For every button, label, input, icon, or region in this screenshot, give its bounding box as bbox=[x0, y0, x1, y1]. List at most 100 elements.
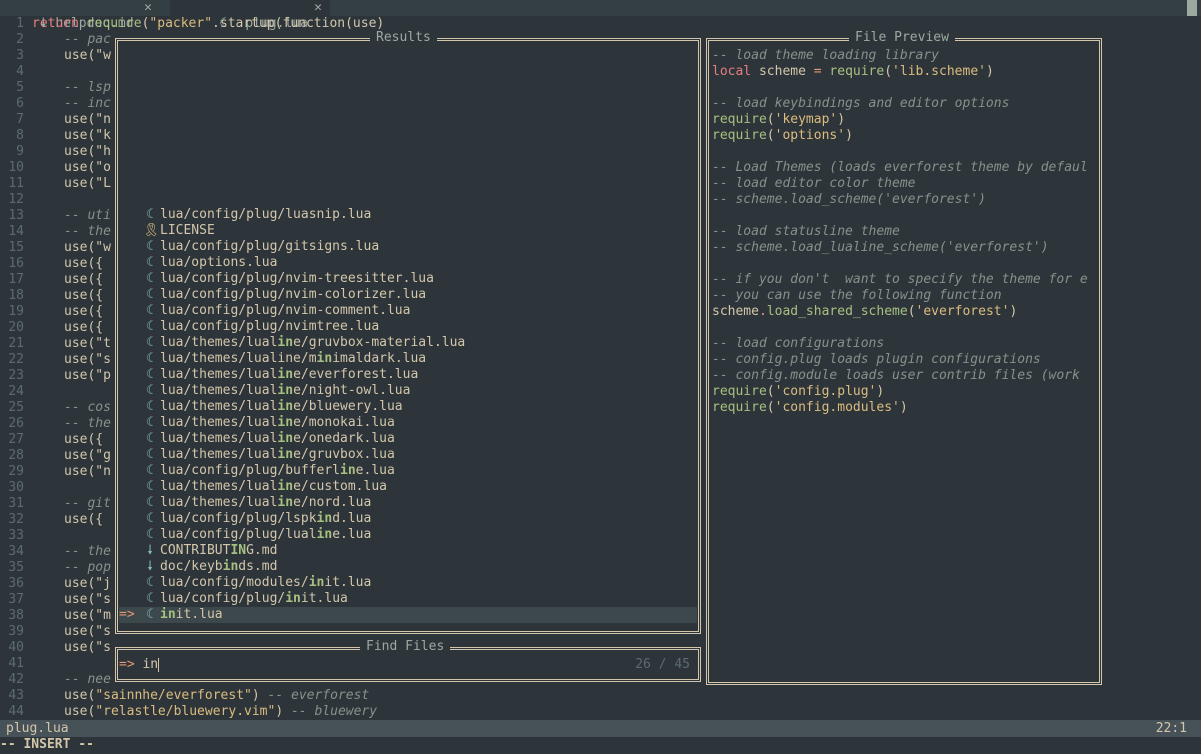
result-item[interactable]: ☾ lua/themes/lualine/everforest.lua bbox=[119, 367, 697, 383]
result-item[interactable]: ☾ lua/config/plug/lspkind.lua bbox=[119, 511, 697, 527]
search-query: in bbox=[142, 657, 159, 672]
tab-helpdoc[interactable]: 🠗 helpdoc.md ✕ bbox=[0, 0, 160, 31]
match-highlight: in bbox=[222, 559, 239, 574]
preview-line: require('config.plug') bbox=[712, 384, 1096, 400]
result-item-selected[interactable]: => ☾ init.lua bbox=[119, 607, 697, 623]
code-function: require bbox=[712, 128, 767, 143]
line-number: 16 bbox=[8, 256, 24, 271]
line-code: use("relastle/bluewery.vim") -- bluewery bbox=[64, 704, 378, 719]
result-count: 26 / 45 bbox=[635, 657, 690, 672]
line-code: use("g bbox=[64, 448, 111, 464]
result-item[interactable]: ☾ lua/themes/lualine/gruvbox-material.lua bbox=[119, 335, 697, 351]
lua-file-icon: ☾ bbox=[146, 239, 154, 254]
line-number: 24 bbox=[8, 384, 24, 399]
preview-line: -- config.plug loads plugin configuratio… bbox=[712, 352, 1096, 368]
code-fragment: use("k bbox=[64, 128, 111, 143]
result-filename: CONTRIBUTING.md bbox=[160, 543, 278, 558]
results-list[interactable]: ☾ lua/config/plug/luasnip.lua 🎗 LICENSE ☾ lua… bbox=[119, 207, 697, 623]
match-highlight: in bbox=[277, 383, 294, 398]
line-number: 36 bbox=[8, 576, 24, 591]
lua-file-icon: ☾ bbox=[146, 431, 154, 446]
code-string: "sainnhe/everforest" bbox=[95, 688, 252, 703]
code-fragment: -- uti bbox=[64, 208, 111, 223]
line-code: use("s bbox=[64, 640, 111, 656]
line-code: use({ bbox=[64, 320, 103, 336]
code-function: require bbox=[86, 16, 142, 31]
result-filename: lua/config/plug/gitsigns.lua bbox=[160, 239, 380, 254]
close-icon[interactable]: ✕ bbox=[314, 0, 322, 16]
line-number: 43 bbox=[8, 688, 24, 703]
result-filename: lua/themes/lualine/nord.lua bbox=[160, 495, 372, 510]
result-item[interactable]: ☾ lua/config/plug/nvim-treesitter.lua bbox=[119, 271, 697, 287]
match-highlight: IN bbox=[230, 543, 247, 558]
line-number: 4 bbox=[16, 64, 24, 79]
result-item[interactable]: ☾ lua/config/plug/nvimtree.lua bbox=[119, 319, 697, 335]
code-keyword: local bbox=[712, 64, 752, 79]
preview-line: -- config.module loads user contrib file… bbox=[712, 368, 1096, 384]
line-code: use("m bbox=[64, 608, 111, 624]
result-item[interactable]: ☾ lua/config/plug/nvim-comment.lua bbox=[119, 303, 697, 319]
line-code: use("n bbox=[64, 464, 111, 480]
match-highlight: in bbox=[277, 415, 294, 430]
result-item[interactable]: 🠗 doc/keybinds.md bbox=[119, 559, 697, 575]
result-item[interactable]: ☾ lua/config/modules/init.lua bbox=[119, 575, 697, 591]
code-text: ) bbox=[275, 704, 284, 719]
code-function: require bbox=[712, 112, 767, 127]
code-comment: -- bluewery bbox=[290, 704, 378, 719]
code-fragment: use("m bbox=[64, 608, 111, 623]
result-item[interactable]: ☾ lua/config/plug/luasnip.lua bbox=[119, 207, 697, 223]
result-item[interactable]: ☾ lua/options.lua bbox=[119, 255, 697, 271]
preview-line: local scheme = require('lib.scheme') bbox=[712, 64, 1096, 80]
command-line[interactable]: -- INSERT -- bbox=[0, 737, 1201, 754]
result-item[interactable]: ☾ lua/config/plug/bufferline.lua bbox=[119, 463, 697, 479]
result-item[interactable]: ☾ lua/config/plug/gitsigns.lua bbox=[119, 239, 697, 255]
line-number: 18 bbox=[8, 288, 24, 303]
code-paren: ) bbox=[876, 384, 885, 399]
match-highlight: in bbox=[316, 511, 333, 526]
lua-file-icon: ☾ bbox=[146, 607, 154, 622]
result-item[interactable]: ☾ lua/themes/lualine/monokai.lua bbox=[119, 415, 697, 431]
code-fragment: use({ bbox=[64, 256, 104, 271]
result-filename: lua/config/plug/bufferline.lua bbox=[160, 463, 395, 478]
code-fragment: use("w bbox=[64, 48, 111, 63]
code-fragment: -- git bbox=[64, 496, 111, 511]
mode-indicator: -- INSERT -- bbox=[0, 737, 94, 752]
result-filename: lua/themes/lualine/custom.lua bbox=[160, 479, 387, 494]
result-item[interactable]: 🎗 LICENSE bbox=[119, 223, 697, 239]
line-code: use("w bbox=[64, 48, 111, 64]
result-item[interactable]: ☾ lua/themes/lualine/custom.lua bbox=[119, 479, 697, 495]
result-item[interactable]: ☾ lua/config/plug/lualine.lua bbox=[119, 527, 697, 543]
markdown-file-icon: 🠗 bbox=[147, 559, 153, 574]
code-comment: -- load statusline theme bbox=[712, 224, 900, 239]
code-paren: ( bbox=[766, 112, 775, 127]
code-comment: -- if you don't want to specify the them… bbox=[712, 272, 1088, 287]
tab-plug-lua[interactable]: ☾ plug.lua ✕ bbox=[170, 0, 330, 31]
line-number: 31 bbox=[8, 496, 24, 511]
match-highlight: in bbox=[285, 591, 301, 606]
code-string: 'keymap' bbox=[774, 112, 838, 127]
tabline-scrollbar[interactable] bbox=[1187, 0, 1197, 16]
preview-line bbox=[712, 144, 1096, 160]
result-item[interactable]: ☾ lua/themes/lualine/gruvbox.lua bbox=[119, 447, 697, 463]
editor-line: 1 return require("packer".startup(functio… bbox=[0, 16, 1201, 32]
line-code: -- pop bbox=[64, 560, 111, 576]
line-number: 1 bbox=[16, 16, 24, 31]
search-input[interactable]: => in bbox=[119, 657, 695, 673]
result-item[interactable]: ☾ lua/config/plug/init.lua bbox=[119, 591, 697, 607]
result-filename: lua/themes/lualine/night-owl.lua bbox=[160, 383, 411, 398]
line-code: -- the bbox=[64, 224, 111, 240]
line-code: -- lsp bbox=[64, 80, 111, 96]
result-item[interactable]: 🠗 CONTRIBUTING.md bbox=[119, 543, 697, 559]
result-item[interactable]: ☾ lua/config/plug/nvim-colorizer.lua bbox=[119, 287, 697, 303]
code-comment: -- scheme.load_scheme('everforest') bbox=[712, 192, 986, 207]
close-icon[interactable]: ✕ bbox=[144, 0, 152, 16]
result-item[interactable]: ☾ lua/themes/lualine/minimaldark.lua bbox=[119, 351, 697, 367]
code-function: load_shared_scheme bbox=[766, 304, 908, 319]
result-item[interactable]: ☾ lua/themes/lualine/bluewery.lua bbox=[119, 399, 697, 415]
result-item[interactable]: ☾ lua/themes/lualine/onedark.lua bbox=[119, 431, 697, 447]
code-fragment: use({ bbox=[64, 304, 104, 319]
result-item[interactable]: ☾ lua/themes/lualine/night-owl.lua bbox=[119, 383, 697, 399]
prompt-title: Find Files bbox=[360, 639, 451, 655]
code-paren: ) bbox=[899, 400, 908, 415]
result-item[interactable]: ☾ lua/themes/lualine/nord.lua bbox=[119, 495, 697, 511]
